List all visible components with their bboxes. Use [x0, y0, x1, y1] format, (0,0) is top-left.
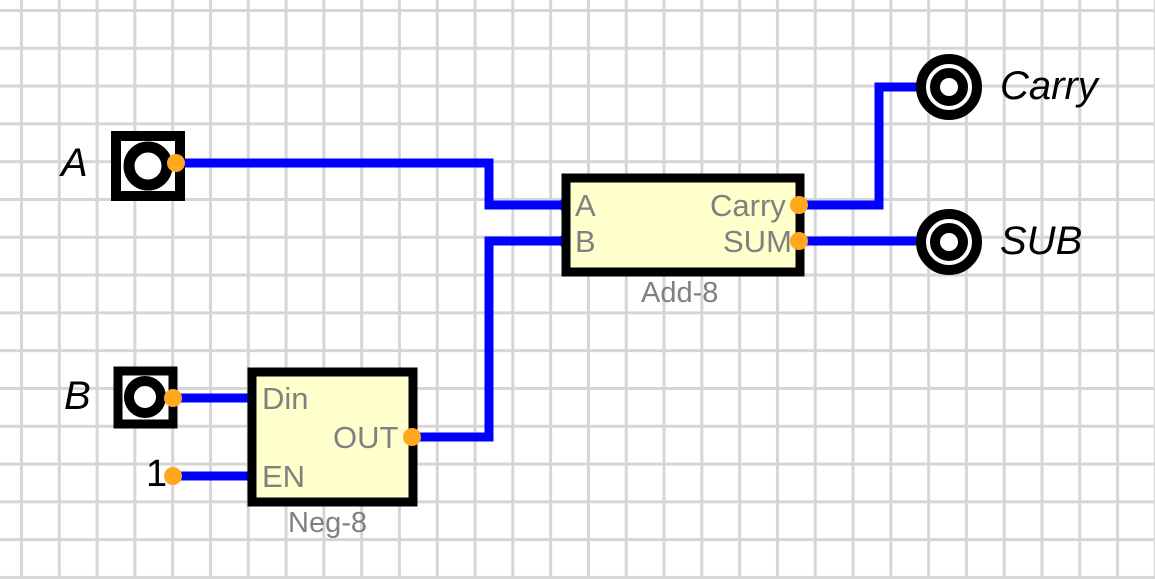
input-label-a: A: [61, 141, 88, 185]
output-pin-sub[interactable]: [916, 209, 982, 275]
schematic-canvas[interactable]: A B 1 Carry SUB A B Carry SUM Din EN OUT…: [0, 0, 1155, 579]
junction-node-a-out[interactable]: [167, 154, 185, 172]
port-label-add8-b: B: [575, 224, 596, 259]
output-pin-carry-inner-ring: [930, 68, 968, 106]
junction-node-add8-sum[interactable]: [790, 232, 808, 250]
port-label-add8-a: A: [575, 188, 596, 223]
port-label-neg8-en: EN: [262, 459, 306, 494]
block-label-neg8: Neg-8: [288, 507, 367, 539]
junction-node-b-out[interactable]: [164, 389, 182, 407]
constant-value-1[interactable]: 1: [146, 455, 167, 493]
port-label-neg8-out: OUT: [333, 420, 399, 455]
port-label-neg8-din: Din: [262, 381, 309, 416]
block-label-add8: Add-8: [641, 277, 719, 309]
output-label-carry: Carry: [1000, 64, 1098, 108]
output-label-sub: SUB: [1000, 219, 1083, 263]
output-pin-carry[interactable]: [916, 54, 982, 120]
port-label-add8-carry: Carry: [710, 188, 786, 223]
output-pin-sub-inner-ring: [930, 223, 968, 261]
shape-layer: [111, 54, 982, 507]
junction-node-neg8-out[interactable]: [403, 428, 421, 446]
junction-node-add8-carry[interactable]: [790, 196, 808, 214]
input-label-b: B: [64, 374, 91, 418]
port-label-add8-sum: SUM: [723, 224, 792, 259]
